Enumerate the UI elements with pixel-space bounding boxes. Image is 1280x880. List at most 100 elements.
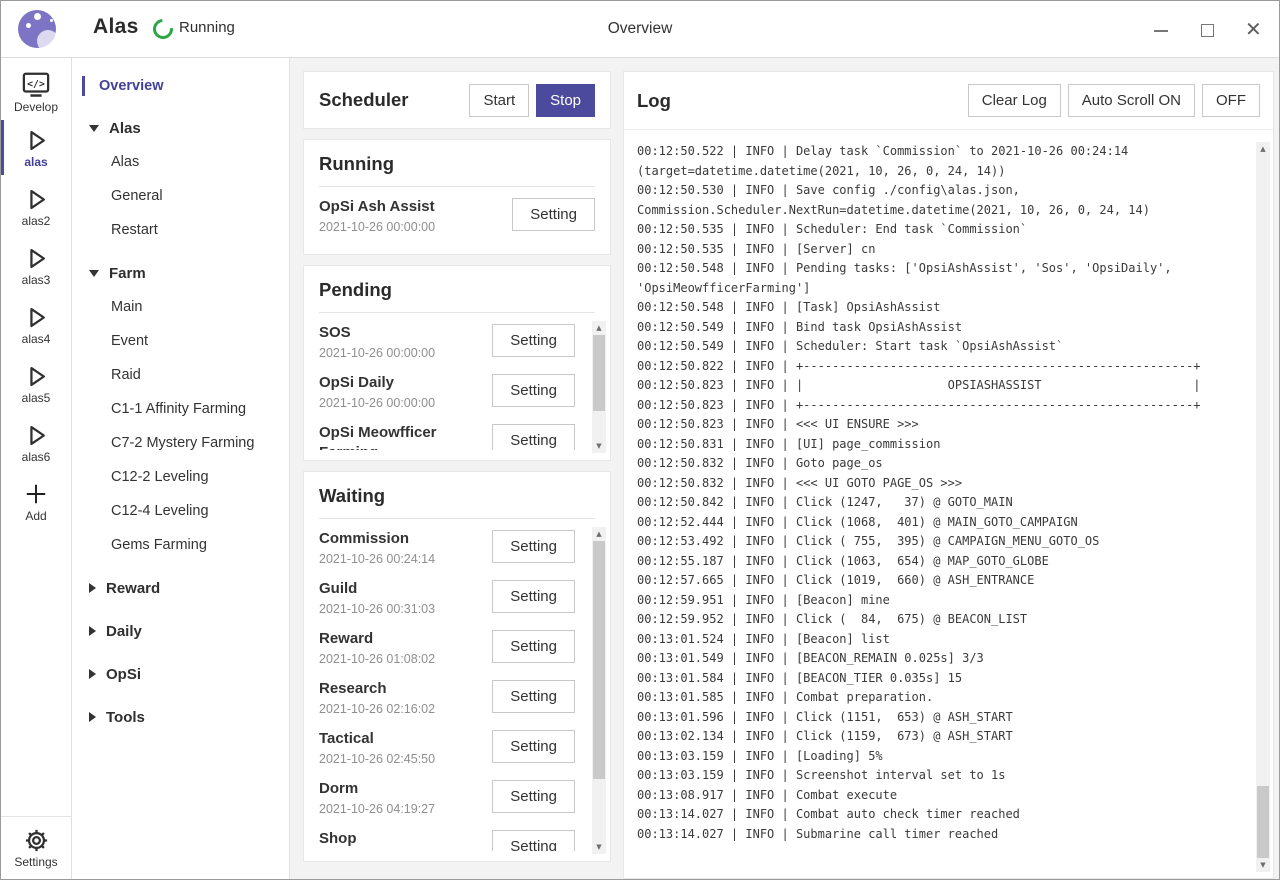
task-setting-button[interactable]: Setting [492, 324, 575, 357]
triangle-right-icon [89, 626, 96, 636]
nav-item-main[interactable]: Main [72, 290, 289, 324]
nav-item-c12-2-leveling[interactable]: C12-2 Leveling [72, 460, 289, 494]
task-name: Guild [319, 579, 487, 599]
task-info: Research2021-10-26 02:16:02 [319, 679, 487, 716]
pending-task-list[interactable]: SOS2021-10-26 00:00:00SettingOpSi Daily2… [319, 318, 575, 450]
nav-item-gems-farming[interactable]: Gems Farming [72, 528, 289, 562]
rail-item-label: alas2 [22, 214, 51, 228]
log-line: 00:12:59.951 | INFO | [Beacon] mine [637, 591, 1245, 611]
waiting-card: Waiting Commission2021-10-26 00:24:14Set… [303, 471, 611, 862]
log-line: 00:12:57.665 | INFO | Click (1019, 660) … [637, 571, 1245, 591]
scroll-down-icon[interactable]: ▼ [592, 840, 606, 854]
scrollbar-thumb[interactable] [1257, 786, 1269, 858]
scheduler-column: Scheduler Start Stop Running OpSi Ash As… [303, 71, 611, 879]
rail-item-alas3[interactable]: alas3 [1, 236, 71, 295]
task-setting-button[interactable]: Setting [492, 580, 575, 613]
task-name: Shop [319, 829, 487, 849]
log-line: 00:12:55.187 | INFO | Click (1063, 654) … [637, 552, 1245, 572]
nav-group-alas[interactable]: Alas [72, 111, 289, 145]
scrollbar-thumb[interactable] [593, 335, 605, 411]
task-row: OpSi Daily2021-10-26 00:00:00Setting [319, 368, 575, 418]
rail-item-settings[interactable]: Settings [1, 816, 71, 879]
nav-group-tools[interactable]: Tools [72, 700, 289, 734]
task-setting-button[interactable]: Setting [492, 530, 575, 563]
nav-group-daily[interactable]: Daily [72, 614, 289, 648]
rail-item-alas2[interactable]: alas2 [1, 177, 71, 236]
log-line: 00:13:03.159 | INFO | [Loading] 5% [637, 747, 1245, 767]
task-setting-button[interactable]: Setting [492, 630, 575, 663]
log-line: 00:13:14.027 | INFO | Combat auto check … [637, 805, 1245, 825]
waiting-task-list[interactable]: Commission2021-10-26 00:24:14SettingGuil… [319, 524, 575, 851]
pending-scrollbar[interactable]: ▲ ▼ [592, 321, 606, 453]
task-time: 2021-10-26 02:45:50 [319, 752, 487, 766]
log-line: 00:12:50.548 | INFO | Pending tasks: ['O… [637, 259, 1245, 298]
scroll-up-icon[interactable]: ▲ [592, 321, 606, 335]
close-button[interactable]: ✕ [1245, 22, 1261, 38]
task-setting-button[interactable]: Setting [512, 198, 595, 231]
rail-item-add[interactable]: Add [1, 472, 71, 531]
task-info: SOS2021-10-26 00:00:00 [319, 323, 487, 360]
scroll-down-icon[interactable]: ▼ [1256, 858, 1270, 872]
log-line: 00:13:01.585 | INFO | Combat preparation… [637, 688, 1245, 708]
task-setting-button[interactable]: Setting [492, 374, 575, 407]
autoscroll-on-button[interactable]: Auto Scroll ON [1068, 84, 1195, 117]
maximize-button[interactable] [1199, 22, 1215, 38]
log-scrollbar[interactable]: ▲ ▼ [1256, 142, 1270, 872]
nav-group-reward[interactable]: Reward [72, 571, 289, 605]
task-row: Dorm2021-10-26 04:19:27Setting [319, 774, 575, 824]
nav-group-label: OpSi [106, 666, 141, 683]
nav-item-c12-4-leveling[interactable]: C12-4 Leveling [72, 494, 289, 528]
nav-item-restart[interactable]: Restart [72, 213, 289, 247]
nav-group-label: Farm [109, 265, 146, 282]
scrollbar-thumb[interactable] [593, 541, 605, 779]
task-info: OpSi Meowfficer Farming [319, 423, 487, 450]
task-info: OpSi Daily2021-10-26 00:00:00 [319, 373, 487, 410]
rail-item-develop[interactable]: </>Develop [1, 66, 71, 118]
nav-item-general[interactable]: General [72, 179, 289, 213]
task-name: Dorm [319, 779, 487, 799]
stop-button[interactable]: Stop [536, 84, 595, 117]
waiting-title: Waiting [319, 485, 595, 507]
nav-item-c1-1-affinity-farming[interactable]: C1-1 Affinity Farming [72, 392, 289, 426]
task-name: SOS [319, 323, 487, 343]
task-time: 2021-10-26 00:31:03 [319, 602, 487, 616]
task-setting-button[interactable]: Setting [492, 680, 575, 713]
nav-item-c7-2-mystery-farming[interactable]: C7-2 Mystery Farming [72, 426, 289, 460]
log-line: 00:13:01.596 | INFO | Click (1151, 653) … [637, 708, 1245, 728]
nav-item-raid[interactable]: Raid [72, 358, 289, 392]
rail-item-alas4[interactable]: alas4 [1, 295, 71, 354]
log-line: 00:13:02.134 | INFO | Click (1159, 673) … [637, 727, 1245, 747]
scroll-up-icon[interactable]: ▲ [592, 527, 606, 541]
nav-item-alas[interactable]: Alas [72, 145, 289, 179]
autoscroll-off-button[interactable]: OFF [1202, 84, 1260, 117]
nav-group-farm[interactable]: Farm [72, 256, 289, 290]
minimize-button[interactable] [1153, 22, 1169, 38]
waiting-scrollbar[interactable]: ▲ ▼ [592, 527, 606, 854]
scroll-up-icon[interactable]: ▲ [1256, 142, 1270, 156]
task-name: Reward [319, 629, 487, 649]
nav-item-overview[interactable]: Overview [72, 70, 289, 102]
task-time: 2021-10-26 01:08:02 [319, 652, 487, 666]
nav-item-event[interactable]: Event [72, 324, 289, 358]
start-button[interactable]: Start [469, 84, 529, 117]
scroll-down-icon[interactable]: ▼ [592, 439, 606, 453]
rail-item-alas[interactable]: alas [1, 118, 71, 177]
task-row: Reward 2021-10-26 01:08:02 Setting [319, 624, 575, 674]
play-icon [21, 303, 51, 331]
rail-item-alas5[interactable]: alas5 [1, 354, 71, 413]
rail-item-label: alas4 [22, 332, 51, 346]
task-setting-button[interactable]: Setting [492, 830, 575, 851]
task-setting-button[interactable]: Setting [492, 730, 575, 763]
log-line: 00:12:50.823 | INFO | +-----------------… [637, 396, 1245, 416]
task-setting-button[interactable]: Setting [492, 780, 575, 813]
play-icon [21, 421, 51, 449]
clear-log-button[interactable]: Clear Log [968, 84, 1061, 117]
nav-group-opsi[interactable]: OpSi [72, 657, 289, 691]
task-info: OpSi Ash Assist2021-10-26 00:00:00 [319, 197, 487, 234]
log-line: 00:12:50.535 | INFO | [Server] cn [637, 240, 1245, 260]
task-row: Tactical2021-10-26 02:45:50Setting [319, 724, 575, 774]
task-setting-button[interactable]: Setting [492, 424, 575, 450]
rail-item-alas6[interactable]: alas6 [1, 413, 71, 472]
log-content[interactable]: 00:12:50.522 | INFO | Delay task `Commis… [624, 130, 1273, 878]
divider [319, 312, 595, 313]
